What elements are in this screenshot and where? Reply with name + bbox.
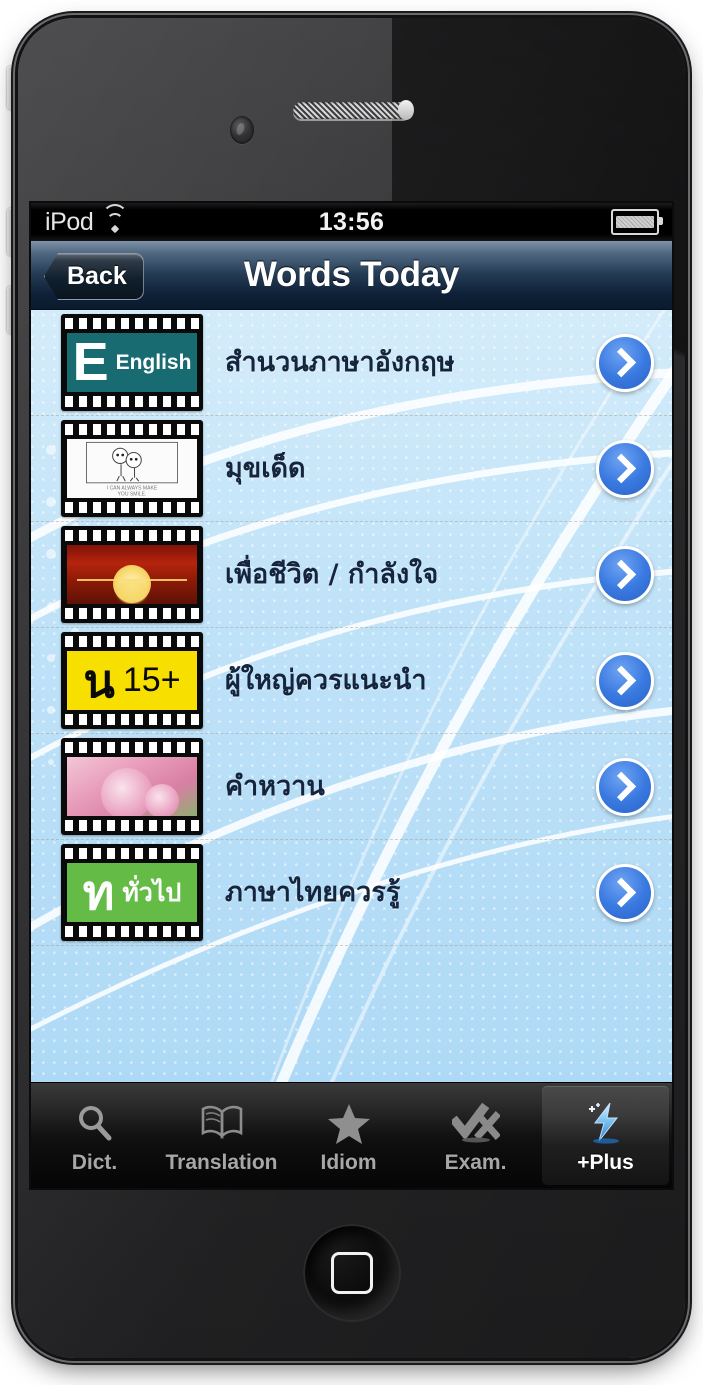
tab-exam[interactable]: Exam. [412, 1083, 539, 1188]
film-perforations-bottom [65, 714, 199, 725]
svg-text:YOU SMILE.: YOU SMILE. [118, 491, 147, 497]
list-item-title: ภาษาไทยควรรู้ [225, 876, 401, 908]
list-item-thumbnail: ท ทั่วไป [61, 844, 203, 941]
tab-label: Exam. [444, 1151, 507, 1174]
sunset-photo-art [67, 545, 197, 604]
tab-translation[interactable]: Translation [158, 1083, 285, 1188]
open-book-icon [199, 1100, 245, 1146]
film-perforations-top [65, 424, 199, 435]
list-item[interactable]: E English สำนวนภาษาอังกฤษ [31, 310, 672, 416]
navigation-bar: Back Words Today [31, 241, 672, 310]
battery-fill [616, 216, 654, 228]
earpiece-highlight [397, 100, 414, 120]
film-perforations-bottom [65, 926, 199, 937]
list-item[interactable]: น 15+ ผู้ใหญ่ควรแนะนำ [31, 628, 672, 734]
tab-label: Translation [165, 1151, 278, 1174]
thumb-big-letter: ท [82, 864, 115, 921]
list-item-thumbnail [61, 738, 203, 835]
back-button[interactable]: Back [44, 253, 144, 300]
status-bar-clock: 13:56 [318, 207, 385, 236]
film-perforations-top [65, 318, 199, 329]
chevron-right-icon[interactable] [596, 863, 654, 922]
film-perforations-top [65, 848, 199, 859]
sketch-drawing: I CAN ALWAYS MAKE YOU SMILE. [86, 441, 178, 497]
rose-shape [145, 784, 179, 816]
list-item-title: สำนวนภาษาอังกฤษ [225, 346, 455, 378]
screen: iPod 13:56 Back Words Today E English สำ… [31, 203, 672, 1188]
thumb-label: ทั่วไป [122, 877, 182, 907]
magnifier-icon [74, 1100, 116, 1146]
tab-bar: Dict. Translation Idiom Exam. +Plus [31, 1082, 672, 1188]
roses-photo-art [67, 757, 197, 816]
thumbnail-image: E English [67, 333, 197, 392]
film-perforations-bottom [65, 396, 199, 407]
battery-icon [611, 209, 663, 235]
list-container[interactable]: E English สำนวนภาษาอังกฤษ I CAN ALWAYS M… [31, 310, 672, 1084]
page-title: Words Today [243, 255, 460, 294]
thumbnail-image: ท ทั่วไป [67, 863, 197, 922]
lightning-bolt-icon [583, 1100, 629, 1146]
chevron-right-icon[interactable] [596, 333, 654, 392]
rose-shape [100, 767, 153, 816]
check-x-icon [451, 1100, 500, 1146]
tab-label: Idiom [320, 1151, 377, 1174]
chevron-right-icon[interactable] [596, 439, 654, 498]
thumb-label: 15+ [122, 661, 181, 699]
star-icon [326, 1100, 372, 1146]
thumbnail-image [67, 757, 197, 816]
list-item-thumbnail: I CAN ALWAYS MAKE YOU SMILE. [61, 420, 203, 517]
list-item-title: เพื่อชีวิต / กำลังใจ [225, 558, 439, 590]
chevron-right-icon[interactable] [596, 757, 654, 816]
chevron-right-icon[interactable] [596, 545, 654, 604]
film-perforations-top [65, 742, 199, 753]
list-item-thumbnail: น 15+ [61, 632, 203, 729]
list-item[interactable]: คำหวาน [31, 734, 672, 840]
film-perforations-bottom [65, 608, 199, 619]
earpiece-speaker-icon [292, 100, 414, 120]
thai-language-art: ท ทั่วไป [67, 863, 197, 922]
status-bar: iPod 13:56 [31, 203, 672, 241]
tab-label: +Plus [577, 1151, 634, 1174]
list-item[interactable]: ท ทั่วไป ภาษาไทยควรรู้ [31, 840, 672, 946]
list-item-thumbnail [61, 526, 203, 623]
device-body: iPod 13:56 Back Words Today E English สำ… [18, 18, 685, 1358]
list-item-title: คำหวาน [225, 770, 325, 802]
tab-plus[interactable]: +Plus [542, 1086, 669, 1185]
chevron-right-icon[interactable] [596, 651, 654, 710]
list-item-thumbnail: E English [61, 314, 203, 411]
home-button[interactable] [302, 1224, 401, 1322]
thumbnail-image: น 15+ [67, 651, 197, 710]
english-badge-art: E English [67, 333, 197, 392]
list-item[interactable]: เพื่อชีวิต / กำลังใจ [31, 522, 672, 628]
device-frame: iPod 13:56 Back Words Today E English สำ… [7, 10, 685, 1358]
home-button-square-icon [330, 1252, 373, 1294]
cartoon-sketch-art: I CAN ALWAYS MAKE YOU SMILE. [67, 439, 197, 498]
thumbnail-image [67, 545, 197, 604]
thumb-label: English [115, 350, 192, 374]
thumb-big-letter: E [72, 333, 109, 392]
front-camera-icon [230, 116, 254, 144]
tab-dict[interactable]: Dict. [31, 1083, 158, 1188]
thumb-big-letter: น [83, 653, 115, 708]
film-perforations-bottom [65, 502, 199, 513]
sun-reflection [117, 580, 147, 604]
film-perforations-top [65, 636, 199, 647]
age-rating-art: น 15+ [67, 651, 197, 710]
list-item-title: มุขเด็ด [225, 452, 306, 484]
tab-idiom[interactable]: Idiom [285, 1083, 412, 1188]
film-perforations-top [65, 530, 199, 541]
tab-label: Dict. [71, 1151, 118, 1174]
list-item[interactable]: I CAN ALWAYS MAKE YOU SMILE. มุขเด็ด [31, 416, 672, 522]
list-item-title: ผู้ใหญ่ควรแนะนำ [225, 664, 427, 696]
film-perforations-bottom [65, 820, 199, 831]
thumbnail-image: I CAN ALWAYS MAKE YOU SMILE. [67, 439, 197, 498]
